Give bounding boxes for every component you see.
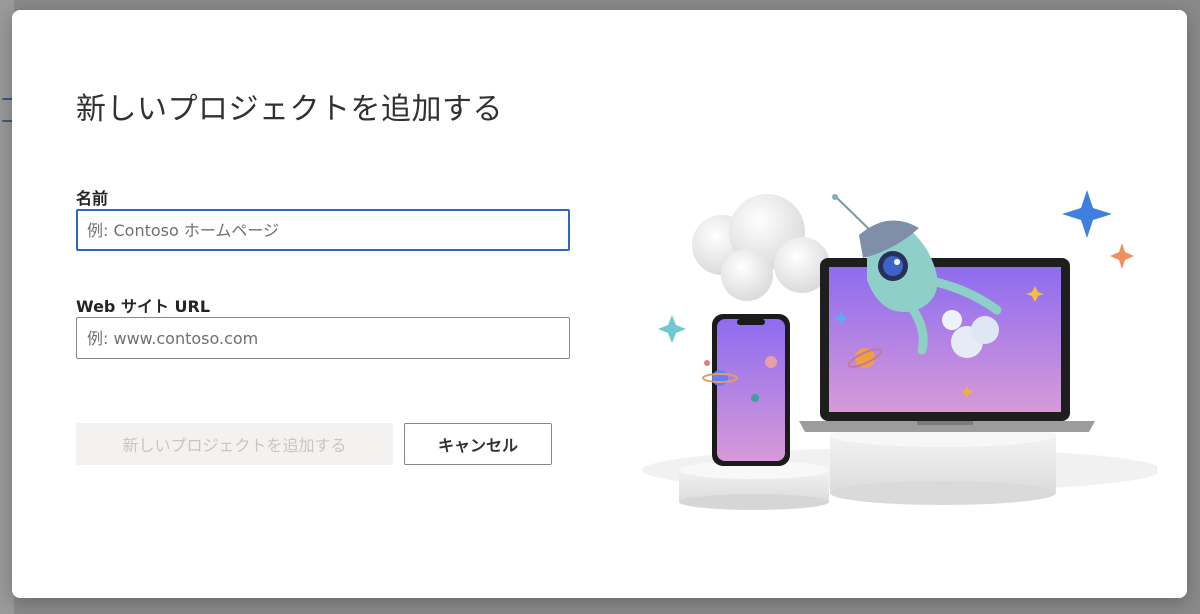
name-label: 名前 <box>76 189 109 208</box>
cancel-button[interactable]: キャンセル <box>404 423 552 465</box>
phone-pedestal <box>679 461 829 510</box>
name-input[interactable] <box>76 209 570 251</box>
phone-icon <box>712 314 790 466</box>
url-label: Web サイト URL <box>76 297 211 316</box>
add-project-button[interactable]: 新しいプロジェクトを追加する <box>76 423 393 465</box>
url-input[interactable] <box>76 317 570 359</box>
add-project-dialog: 新しいプロジェクトを追加する 名前 Web サイト URL 新しいプロジェクトを… <box>12 10 1187 598</box>
project-illustration <box>642 190 1157 510</box>
dialog-title: 新しいプロジェクトを追加する <box>76 92 503 127</box>
cloud-icon <box>692 194 830 301</box>
laptop-pedestal <box>830 423 1056 505</box>
